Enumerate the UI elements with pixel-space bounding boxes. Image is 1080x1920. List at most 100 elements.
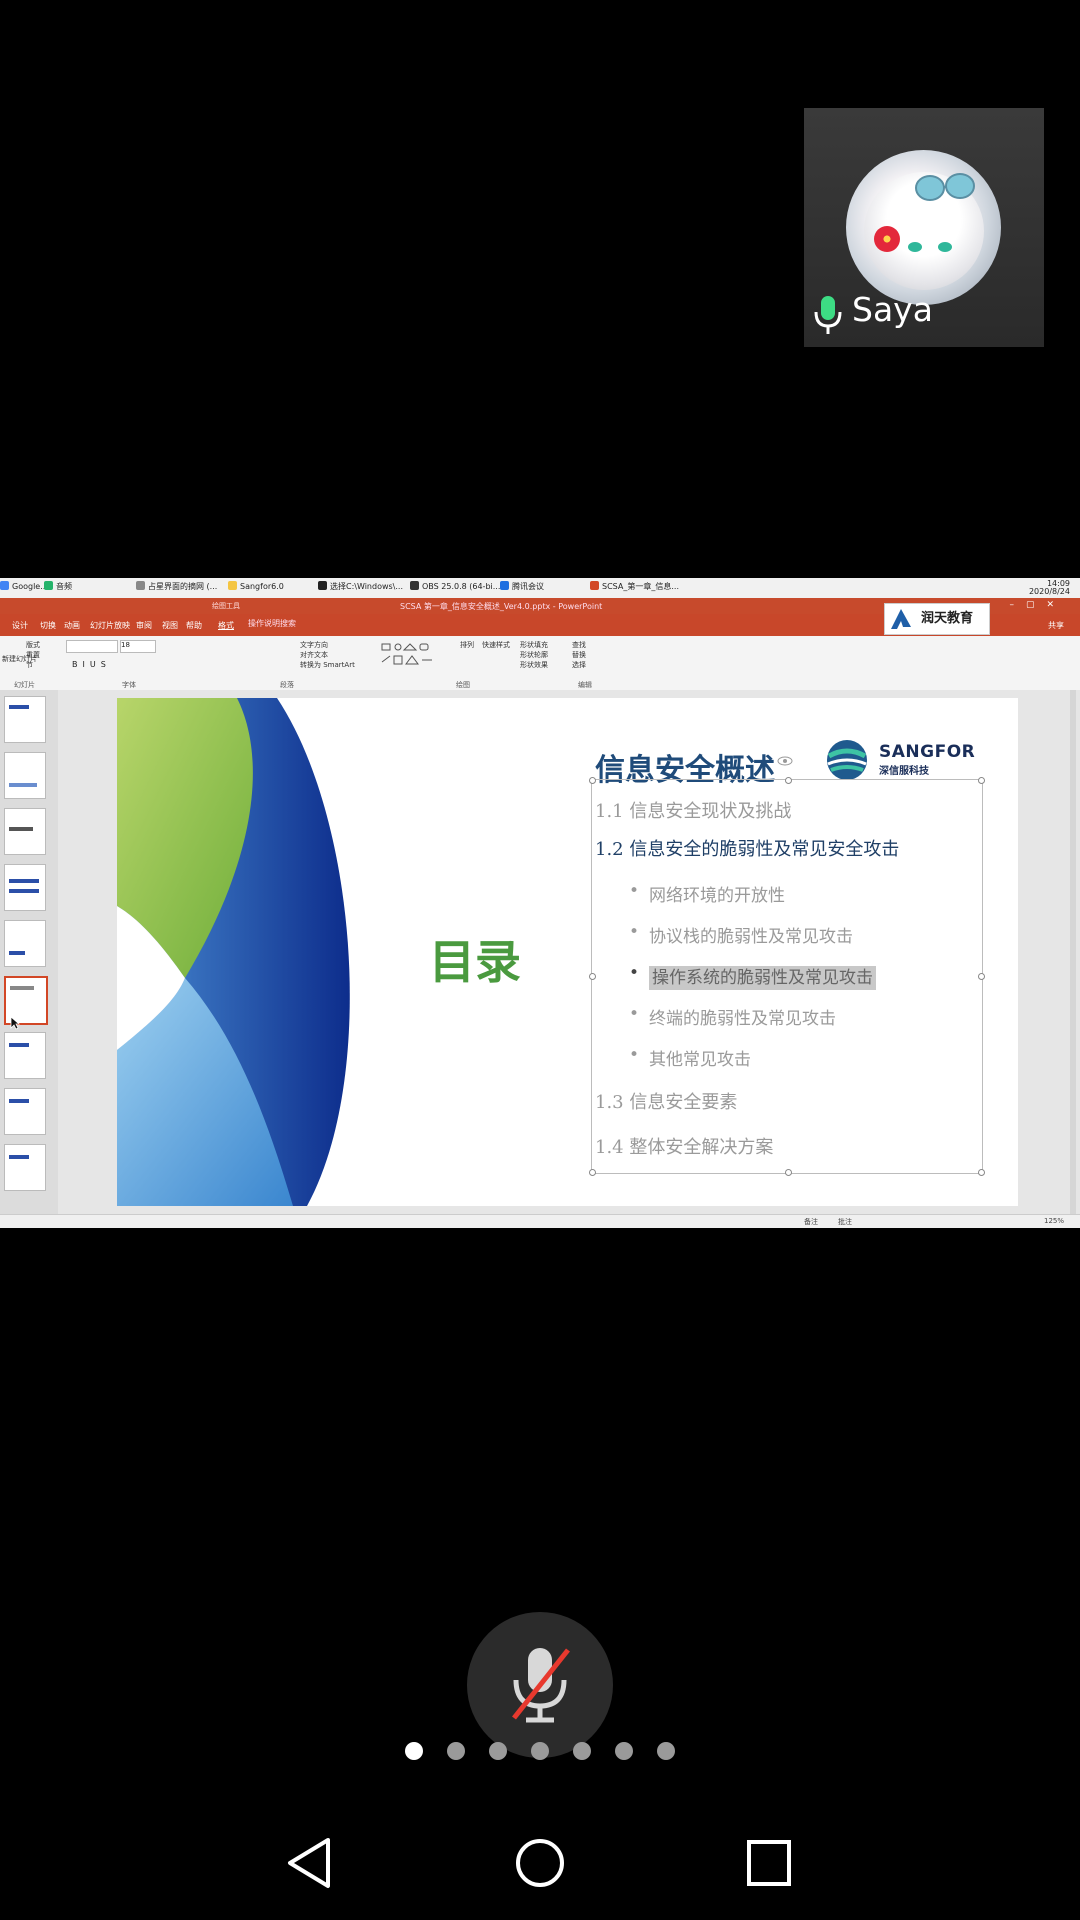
taskbar-app[interactable]: 音频 [44,581,72,592]
taskbar-app-label: 选择C:\Windows\... [330,582,404,591]
ribbon-tab[interactable]: 帮助 [186,620,202,631]
subitem-text: 网络环境的开放性 [649,886,785,906]
mute-toggle-button[interactable] [467,1612,613,1758]
toc-number: 1.1 [595,801,624,822]
page-dot[interactable] [615,1742,633,1760]
participant-name: Saya [852,290,933,329]
new-slide-button[interactable]: 新建幻灯片 [2,654,58,664]
taskbar-app[interactable]: 选择C:\Windows\... [318,581,403,592]
ribbon-tab[interactable]: 视图 [162,620,178,631]
font-size-select[interactable]: 18 [120,640,156,653]
page-dot[interactable] [531,1742,549,1760]
page-dot[interactable] [489,1742,507,1760]
window-controls[interactable]: –▢✕ [1009,600,1066,610]
slide-thumbnail[interactable] [4,696,46,743]
select-button[interactable]: 选择 [572,660,586,670]
share-button[interactable]: 共享 [1048,620,1064,631]
slide-thumbnail[interactable] [4,920,46,967]
decorative-waves [117,698,350,1206]
resize-handle[interactable] [978,973,985,980]
toc-item[interactable]: 1.4 整体安全解决方案 [595,1133,773,1159]
resize-handle[interactable] [589,777,596,784]
group-label-drawing: 绘图 [456,681,470,689]
app-icon [318,581,327,590]
page-dot[interactable] [657,1742,675,1760]
taskbar-app[interactable]: 占星界面的摘网 (... [136,581,217,592]
layout-button[interactable]: 版式 [26,640,58,650]
shape-outline-button[interactable]: 形状轮廓 [520,650,548,660]
vertical-scrollbar[interactable] [1070,690,1076,1214]
slide-thumbnail[interactable] [4,1088,46,1135]
resize-handle[interactable] [785,1169,792,1176]
toc-subitem[interactable]: • 其他常见攻击 [629,1045,751,1070]
page-dot[interactable] [573,1742,591,1760]
toc-subitem[interactable]: • 终端的脆弱性及常见攻击 [629,1004,836,1029]
editing-group: 查找 替换 选择 [572,640,586,670]
ribbon-tab[interactable]: 幻灯片放映 [90,620,130,631]
toc-item[interactable]: 1.3 信息安全要素 [595,1088,737,1114]
toc-subitem-highlighted[interactable]: • 操作系统的脆弱性及常见攻击 [629,963,876,990]
shapes-gallery-icon[interactable] [380,642,452,670]
toc-item-current[interactable]: 1.2 信息安全的脆弱性及常见安全攻击 [595,835,899,861]
ribbon-tab[interactable]: 格式 [218,620,234,631]
app-icon [44,581,53,590]
resize-handle[interactable] [978,1169,985,1176]
resize-handle[interactable] [978,777,985,784]
page-dot-active[interactable] [405,1742,423,1760]
font-family-select[interactable] [66,640,118,653]
slide-thumbnail[interactable] [4,808,46,855]
paragraph-group: 文字方向 对齐文本 转换为 SmartArt [300,640,355,670]
taskbar-app[interactable]: Google... [0,581,48,591]
ribbon-tab[interactable]: 动画 [64,620,80,631]
slide-canvas[interactable]: 信息安全概述 SANGFOR 深信服科技 目录 1.1 信息安全现状及挑战 1.… [117,698,1018,1206]
toc-subitem[interactable]: • 协议栈的脆弱性及常见攻击 [629,922,853,947]
font-format-buttons[interactable]: BIUS [72,660,111,669]
quick-styles-button[interactable]: 快速样式 [482,640,510,650]
taskbar-app[interactable]: 腾讯会议 [500,581,544,592]
shape-effects-button[interactable]: 形状效果 [520,660,548,670]
resize-handle[interactable] [785,777,792,784]
taskbar-app-label: Sangfor6.0 [240,582,284,591]
slide-thumbnail[interactable] [4,1144,46,1191]
arrange-button[interactable]: 排列 [460,640,474,650]
taskbar-app[interactable]: SCSA_第一章_信息... [590,581,679,592]
ribbon-tab[interactable]: 审阅 [136,620,152,631]
editor-area: 信息安全概述 SANGFOR 深信服科技 目录 1.1 信息安全现状及挑战 1.… [0,690,1080,1214]
align-text-button[interactable]: 对齐文本 [300,650,355,660]
home-icon[interactable] [514,1836,566,1890]
find-button[interactable]: 查找 [572,640,586,650]
toc-item[interactable]: 1.1 信息安全现状及挑战 [595,797,791,823]
notes-button[interactable]: 备注 [804,1217,818,1227]
view-buttons[interactable] [880,1218,1000,1224]
shape-fill-button[interactable]: 形状填充 [520,640,548,650]
resize-handle[interactable] [589,1169,596,1176]
text-direction-button[interactable]: 文字方向 [300,640,355,650]
contents-heading[interactable]: 目录 [429,926,521,992]
zoom-level[interactable]: 125% [1044,1217,1064,1225]
toc-text: 整体安全解决方案 [629,1137,774,1158]
taskbar-app[interactable]: OBS 25.0.8 (64-bi... [410,581,500,591]
convert-smartart-button[interactable]: 转换为 SmartArt [300,660,355,670]
ribbon-tab[interactable]: 设计 [12,620,28,631]
replace-button[interactable]: 替换 [572,650,586,660]
subitem-text: 终端的脆弱性及常见攻击 [649,1009,836,1029]
back-icon[interactable] [284,1836,334,1890]
toc-subitem[interactable]: • 网络环境的开放性 [629,881,785,906]
slide-thumbnail[interactable] [4,1032,46,1079]
recents-icon[interactable] [746,1836,792,1890]
comments-button[interactable]: 批注 [838,1217,852,1227]
tell-me-search[interactable]: 操作说明搜索 [248,618,296,629]
page-dot[interactable] [447,1742,465,1760]
slides-group: 版式 重置 节 新建幻灯片 [2,640,58,669]
slide-thumbnail[interactable] [4,864,46,911]
ribbon-tab[interactable]: 切换 [40,620,56,631]
taskbar-app-label: 腾讯会议 [512,582,544,591]
subitem-text: 其他常见攻击 [649,1050,751,1070]
taskbar-app-label: 音频 [56,582,72,591]
microphone-muted-icon [512,1648,570,1723]
taskbar-app[interactable]: Sangfor6.0 [228,581,284,591]
slide-thumbnails-panel[interactable] [0,690,58,1214]
resize-handle[interactable] [589,973,596,980]
shared-screen[interactable]: Google... 音频 占星界面的摘网 (... Sangfor6.0 选择C:\Wi… [0,578,1080,1228]
slide-thumbnail[interactable] [4,752,46,799]
